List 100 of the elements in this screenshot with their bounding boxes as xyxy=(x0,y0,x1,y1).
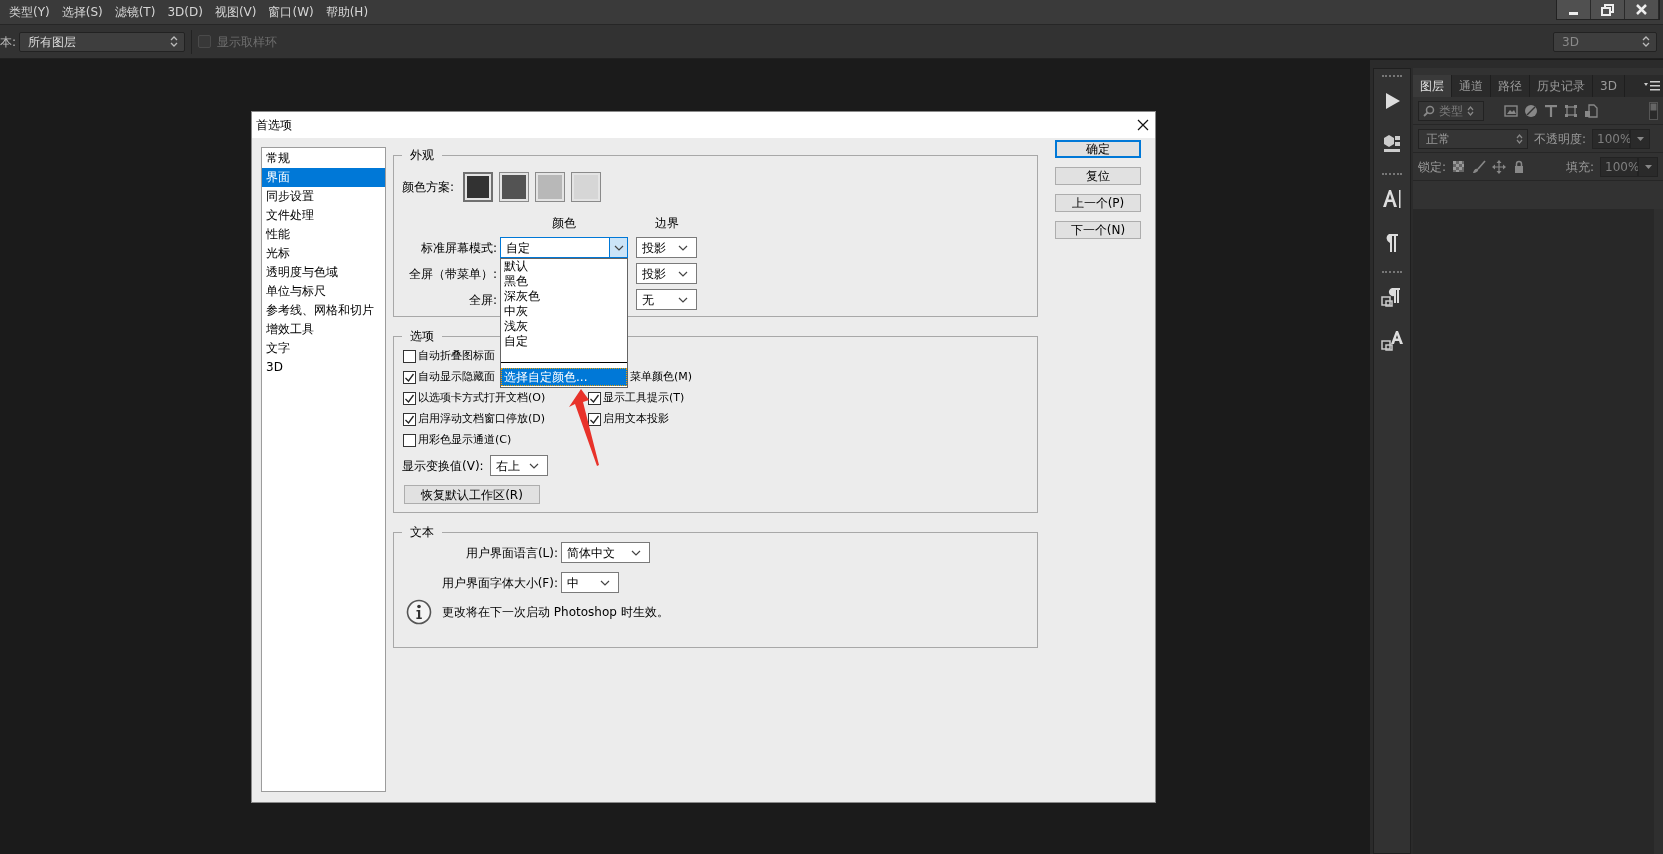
panel-tab[interactable]: 3D xyxy=(1593,75,1625,97)
color-dropdown[interactable]: 自定 xyxy=(500,237,628,258)
caret-icon[interactable] xyxy=(1636,136,1644,141)
color-swatch[interactable] xyxy=(535,172,566,202)
character-icon[interactable] xyxy=(1380,187,1404,211)
smart-object-filter-icon[interactable] xyxy=(1584,103,1598,118)
checkbox[interactable] xyxy=(403,392,416,405)
menu-item[interactable]: 帮助(H) xyxy=(319,0,375,24)
panel-menu-icon[interactable] xyxy=(1644,81,1660,91)
language-dropdown[interactable]: 简体中文 xyxy=(561,542,650,563)
filter-toggle-icon[interactable] xyxy=(1649,101,1658,120)
fill-field[interactable]: 100% xyxy=(1600,156,1638,177)
image-filter-icon[interactable] xyxy=(1504,103,1518,118)
move-icon[interactable] xyxy=(1492,159,1507,174)
checkbox[interactable] xyxy=(403,371,416,384)
dropdown-option[interactable]: 浅灰 xyxy=(501,319,627,334)
sidebar-item[interactable]: 增效工具 xyxy=(262,320,385,339)
dialog-button[interactable]: 上一个(P) xyxy=(1055,194,1141,212)
sidebar-item[interactable]: 单位与标尺 xyxy=(262,282,385,301)
sidebar-item[interactable]: 参考线、网格和切片 xyxy=(262,301,385,320)
checkbox-label: 自动折叠图标面 xyxy=(418,348,495,365)
panel-tab[interactable]: 图层 xyxy=(1413,75,1452,97)
color-swatch[interactable] xyxy=(463,172,494,202)
sidebar-item[interactable]: 文件处理 xyxy=(262,206,385,225)
checker-icon[interactable] xyxy=(1452,159,1467,174)
dropdown-option[interactable]: 自定 xyxy=(501,334,627,349)
dropdown-option[interactable]: 选择自定颜色... xyxy=(501,368,627,386)
checkbox-label: 启用文本投影 xyxy=(603,411,669,428)
reset-workspace-button[interactable]: 恢复默认工作区(R) xyxy=(404,485,540,504)
checkbox[interactable] xyxy=(403,434,416,447)
window-button[interactable] xyxy=(1591,0,1625,19)
chevron-icon xyxy=(613,244,624,251)
minimize-icon xyxy=(1569,11,1578,15)
sidebar-item[interactable]: 3D xyxy=(262,358,385,377)
font-size-label: 用户界面字体大小(F): xyxy=(440,574,559,592)
search-icon xyxy=(1423,104,1435,117)
dropdown-option[interactable]: 中灰 xyxy=(501,304,627,319)
checkbox[interactable] xyxy=(588,392,601,405)
dialog-button[interactable]: 确定 xyxy=(1055,140,1141,158)
menu-item[interactable]: 视图(V) xyxy=(208,0,263,24)
updown-icon xyxy=(1642,36,1650,47)
checkbox-label: 启用浮动文档窗口停放(D) xyxy=(418,411,546,428)
font-size-dropdown[interactable]: 中 xyxy=(561,572,619,593)
sidebar-item[interactable]: 透明度与色域 xyxy=(262,263,385,282)
checkbox-label: 用彩色显示通道(C) xyxy=(418,432,512,449)
checkbox[interactable] xyxy=(588,413,601,426)
sidebar-item[interactable]: 同步设置 xyxy=(262,187,385,206)
dropdown-option[interactable]: 深灰色 xyxy=(501,289,627,304)
language-label: 用户界面语言(L): xyxy=(464,544,559,562)
menu-item[interactable]: 类型(Y) xyxy=(3,0,56,24)
color-swatch[interactable] xyxy=(571,172,602,202)
check-icon xyxy=(404,414,415,425)
panel-tab[interactable]: 通道 xyxy=(1452,75,1491,97)
blend-mode-select[interactable]: 正常 xyxy=(1418,128,1528,149)
sidebar-item[interactable]: 界面 xyxy=(262,168,385,187)
dropdown-option[interactable]: 默认 xyxy=(501,259,627,274)
menu-item[interactable]: 窗口(W) xyxy=(262,0,320,24)
transform-dropdown[interactable]: 右上 xyxy=(489,455,548,476)
opacity-label: 不透明度: xyxy=(1534,130,1587,148)
panel-tab[interactable]: 历史记录 xyxy=(1530,75,1593,97)
menu-item[interactable]: 选择(S) xyxy=(55,0,109,24)
color-swatch[interactable] xyxy=(499,172,530,202)
restore-icon xyxy=(1601,3,1614,16)
row-label: 全屏: xyxy=(467,291,498,309)
chevron-icon xyxy=(631,549,641,556)
updown-icon xyxy=(170,36,179,47)
sidebar-item[interactable]: 光标 xyxy=(262,244,385,263)
window-button[interactable] xyxy=(1557,0,1591,19)
panel-tab[interactable]: 路径 xyxy=(1491,75,1530,97)
brush-icon[interactable] xyxy=(1472,159,1487,174)
menu-item[interactable]: 滤镜(T) xyxy=(108,0,162,24)
checkbox[interactable] xyxy=(403,413,416,426)
check-icon xyxy=(404,372,415,383)
opacity-field[interactable]: 100% xyxy=(1592,128,1631,149)
dialog-button[interactable]: 复位 xyxy=(1055,167,1141,185)
adjustment-filter-icon[interactable] xyxy=(1524,103,1538,118)
dialog-button[interactable]: 下一个(N) xyxy=(1055,221,1141,239)
chevron-icon xyxy=(678,296,688,303)
sidebar-item[interactable]: 性能 xyxy=(262,225,385,244)
check-icon xyxy=(589,393,600,404)
border-dropdown[interactable]: 投影 xyxy=(636,237,697,258)
border-dropdown[interactable]: 投影 xyxy=(636,263,697,284)
type-filter-icon[interactable] xyxy=(1544,103,1558,118)
checkbox-label: 以选项卡方式打开文档(O) xyxy=(418,390,546,407)
character-styles-icon[interactable] xyxy=(1380,329,1404,353)
close-icon[interactable] xyxy=(1137,119,1149,131)
chevron-icon xyxy=(600,579,610,586)
shape-filter-icon[interactable] xyxy=(1564,103,1578,118)
info-icon xyxy=(406,599,432,625)
column-header: 边界 xyxy=(653,215,680,232)
dropdown-option[interactable]: 黑色 xyxy=(501,274,627,289)
window-button[interactable] xyxy=(1625,0,1659,19)
border-dropdown[interactable]: 无 xyxy=(636,289,697,310)
menu-item[interactable]: 3D(D) xyxy=(161,0,209,24)
caret-icon[interactable] xyxy=(1644,164,1652,169)
checkbox-label: 菜单颜色(M) xyxy=(630,369,693,386)
checkbox[interactable] xyxy=(403,350,416,363)
sample-select[interactable]: 所有图层 xyxy=(19,31,186,52)
sidebar-item[interactable]: 文字 xyxy=(262,339,385,358)
sidebar-item[interactable]: 常规 xyxy=(262,149,385,168)
